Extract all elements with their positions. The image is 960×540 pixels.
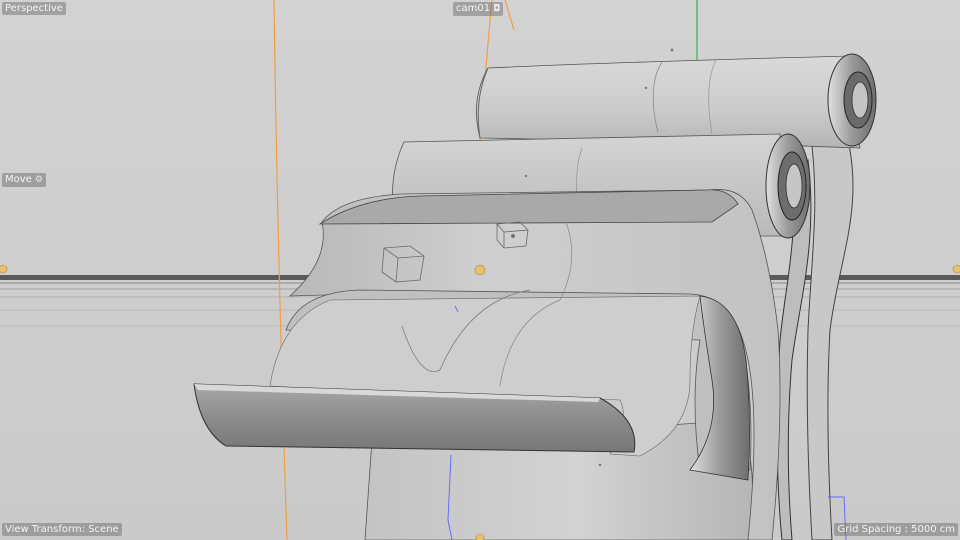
main-sheet-top-lip xyxy=(318,189,739,225)
scene-canvas[interactable] xyxy=(0,0,960,540)
grid-spacing-label: Grid Spacing : 5000 cm xyxy=(834,523,958,536)
top-scroll-roll xyxy=(827,53,877,147)
camera-name-text: cam01 xyxy=(456,3,491,14)
tool-label[interactable]: Move ⚙ xyxy=(2,173,46,187)
right-strip-back xyxy=(806,109,854,540)
middle-scroll-roll xyxy=(765,133,811,239)
camera-icon[interactable]: ◘ xyxy=(493,4,500,14)
view-transform-label[interactable]: View Transform: Scene xyxy=(2,523,122,536)
view-transform-text: View Transform: Scene xyxy=(5,524,119,535)
tool-name-text: Move xyxy=(5,174,32,185)
3d-viewport[interactable]: Perspective cam01 ◘ Move ⚙ View Transform:… xyxy=(0,0,960,540)
camera-label[interactable]: cam01 ◘ xyxy=(453,2,504,16)
view-name-label[interactable]: Perspective xyxy=(2,2,66,15)
top-scroll-body xyxy=(476,55,861,149)
view-name-text: Perspective xyxy=(5,3,63,14)
gear-icon[interactable]: ⚙ xyxy=(35,175,43,185)
grid-spacing-text: Grid Spacing : 5000 cm xyxy=(837,524,955,535)
